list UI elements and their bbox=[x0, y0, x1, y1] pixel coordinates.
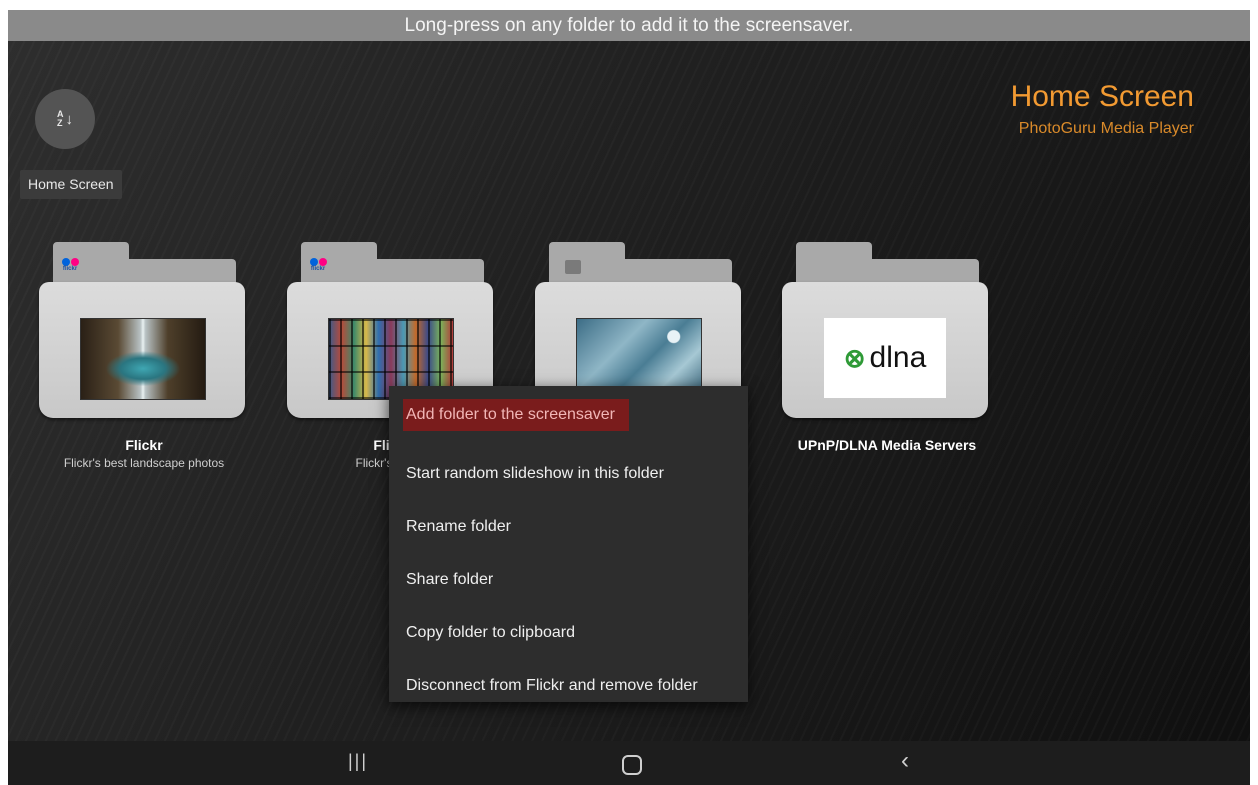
page-title: Home Screen bbox=[1010, 80, 1194, 113]
page-subtitle: PhotoGuru Media Player bbox=[1018, 120, 1194, 137]
folder-label: UPnP/DLNA Media Servers bbox=[797, 437, 977, 453]
menu-item-random-slideshow[interactable]: Start random slideshow in this folder bbox=[406, 458, 664, 490]
hint-banner: Long-press on any folder to add it to th… bbox=[8, 10, 1250, 41]
recents-icon[interactable]: ||| bbox=[348, 751, 368, 772]
menu-item-add-to-screensaver[interactable]: Add folder to the screensaver bbox=[403, 399, 630, 431]
dlna-logo-thumbnail: ⊗ dlna bbox=[824, 318, 946, 398]
back-icon[interactable]: ‹ bbox=[901, 747, 909, 775]
sort-arrow: ↓ bbox=[65, 110, 74, 128]
sort-button[interactable]: A Z ↓ bbox=[35, 89, 95, 149]
menu-item-disconnect-flickr[interactable]: Disconnect from Flickr and remove folder bbox=[406, 670, 698, 702]
flickr-badge-text: flickr bbox=[62, 266, 78, 272]
dlna-mark-icon: ⊗ bbox=[843, 342, 866, 373]
system-nav-bar: ||| ‹ bbox=[8, 741, 1250, 785]
header: Home Screen PhotoGuru Media Player bbox=[1011, 80, 1194, 138]
flickr-badge-text: flickr bbox=[310, 266, 326, 272]
context-menu: Add folder to the screensaver Start rand… bbox=[389, 386, 748, 702]
menu-item-rename-folder[interactable]: Rename folder bbox=[406, 511, 511, 543]
flickr-icon: flickr bbox=[57, 258, 83, 278]
app-screen: Long-press on any folder to add it to th… bbox=[8, 10, 1250, 785]
flickr-icon: flickr bbox=[305, 258, 331, 278]
menu-item-share-folder[interactable]: Share folder bbox=[406, 564, 493, 596]
menu-item-copy-to-clipboard[interactable]: Copy folder to clipboard bbox=[406, 617, 575, 649]
sort-glyph-z: Z bbox=[57, 118, 63, 128]
dlna-logo-text: dlna bbox=[869, 341, 927, 374]
sort-alpha-icon: A Z ↓ bbox=[57, 110, 73, 128]
tooltip: Home Screen bbox=[20, 170, 122, 199]
server-icon bbox=[565, 260, 581, 274]
folder-thumbnail bbox=[80, 318, 206, 400]
dlna-logo: ⊗ dlna bbox=[844, 341, 927, 375]
home-icon[interactable] bbox=[622, 755, 642, 775]
